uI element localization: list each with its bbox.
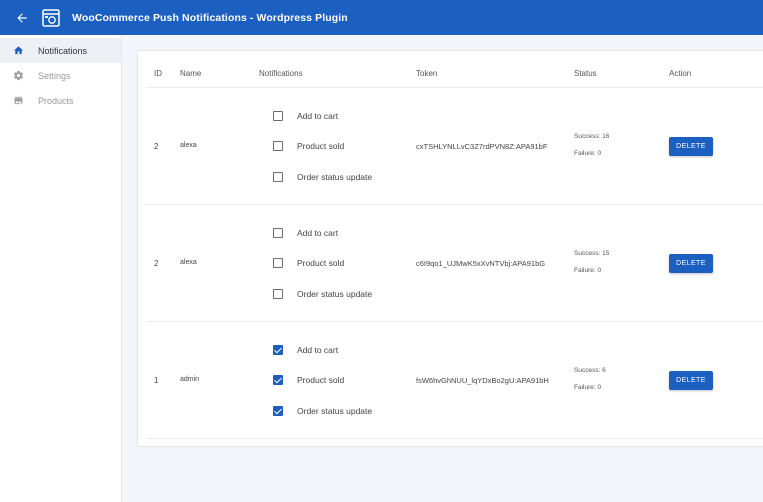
checkbox-label: Add to cart [297, 228, 339, 238]
row-name: alexa [180, 259, 197, 266]
status-failure: Failure: 0 [574, 150, 602, 157]
checkbox-order-status-update[interactable] [273, 172, 283, 182]
row-divider [146, 438, 763, 439]
checkbox-label: Product sold [297, 375, 345, 385]
row-divider [146, 321, 763, 322]
sidebar: Notifications Settings Products [0, 35, 122, 502]
checkbox-label: Order status update [297, 406, 373, 416]
row-token: cxTSHLYNLLvC3Z7rdPVN8Z:APA91bF [416, 142, 548, 151]
row-divider [146, 204, 763, 205]
status-failure: Failure: 0 [574, 267, 602, 274]
sidebar-item-label: Products [38, 95, 74, 106]
browser-window-logo-icon [42, 8, 60, 27]
header-id: ID [154, 69, 162, 78]
header-token: Token [416, 69, 438, 78]
checkbox-order-status-update[interactable] [273, 289, 283, 299]
app-title: WooCommerce Push Notifications - Wordpre… [72, 11, 348, 24]
status-success: Success: 16 [574, 133, 610, 140]
sidebar-item-settings[interactable]: Settings [0, 63, 121, 88]
sidebar-item-products[interactable]: Products [0, 88, 121, 113]
row-divider [146, 87, 763, 88]
row-id: 2 [154, 259, 159, 268]
checkbox-product-sold[interactable] [273, 258, 283, 268]
checkbox-label: Product sold [297, 141, 345, 151]
checkbox-product-sold[interactable] [273, 141, 283, 151]
status-failure: Failure: 0 [574, 384, 602, 391]
header-notifications: Notifications [259, 69, 303, 78]
sidebar-item-notifications[interactable]: Notifications [0, 38, 121, 63]
row-token: c6I9qo1_UJMwK5xXvNTVbj:APA91bG [416, 259, 546, 268]
sidebar-item-label: Notifications [38, 45, 88, 56]
delete-button[interactable]: DELETE [669, 137, 713, 156]
row-id: 1 [154, 376, 159, 385]
header-name: Name [180, 69, 202, 78]
arrow-left-icon[interactable] [11, 7, 33, 29]
checkbox-label: Product sold [297, 258, 345, 268]
checkbox-add-to-cart[interactable] [273, 111, 283, 121]
checkbox-product-sold[interactable] [273, 375, 283, 385]
checkbox-label: Order status update [297, 172, 373, 182]
app-bar: WooCommerce Push Notifications - Wordpre… [0, 0, 763, 35]
home-icon [13, 45, 24, 56]
row-token: fsW6hvGhNUU_lqYDxBo2gU:APA91bH [416, 376, 549, 385]
checkbox-add-to-cart[interactable] [273, 228, 283, 238]
row-name: alexa [180, 142, 197, 149]
store-icon [13, 95, 24, 106]
gear-icon [13, 70, 24, 81]
header-action: Action [669, 69, 692, 78]
checkbox-label: Add to cart [297, 111, 339, 121]
delete-button[interactable]: DELETE [669, 254, 713, 273]
row-id: 2 [154, 142, 159, 151]
delete-button[interactable]: DELETE [669, 371, 713, 390]
row-name: admin [180, 376, 200, 383]
checkbox-add-to-cart[interactable] [273, 345, 283, 355]
status-success: Success: 15 [574, 250, 610, 257]
status-success: Success: 6 [574, 367, 606, 374]
checkbox-label: Order status update [297, 289, 373, 299]
sidebar-item-label: Settings [38, 70, 71, 81]
header-status: Status [574, 69, 597, 78]
checkbox-label: Add to cart [297, 345, 339, 355]
checkbox-order-status-update[interactable] [273, 406, 283, 416]
